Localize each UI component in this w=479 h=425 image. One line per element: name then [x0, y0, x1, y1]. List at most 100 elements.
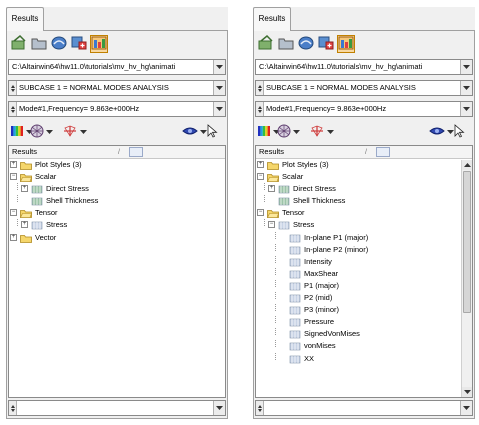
tree-row[interactable]: vonMises: [256, 340, 472, 352]
results-tree: Results / + Plot Styles (3) − Scalar + Direct S…: [255, 145, 473, 398]
chevron-down-icon[interactable]: [460, 102, 472, 116]
subcase-dropdown-value: SUBCASE 1 = NORMAL MODES ANALYSIS: [19, 83, 169, 92]
results-file-path-dropdown[interactable]: C:\Altairwin64\hw11.0\tutorials\mv_hv_hg…: [255, 59, 473, 75]
spin-stepper-icon[interactable]: [9, 401, 17, 415]
tab-results[interactable]: Results: [253, 7, 291, 31]
vector-arrows-button[interactable]: [309, 124, 334, 140]
subcase-dropdown[interactable]: SUBCASE 1 = NORMAL MODES ANALYSIS: [8, 80, 226, 96]
spin-stepper-icon[interactable]: [256, 81, 264, 95]
collapse-icon[interactable]: −: [257, 209, 264, 217]
tree-row[interactable]: P2 (mid): [256, 292, 472, 304]
tree-row[interactable]: − Stress: [256, 219, 472, 231]
expand-icon[interactable]: +: [257, 161, 264, 168]
tree-row[interactable]: + Stress: [9, 219, 225, 231]
tree-row[interactable]: + Direct Stress: [9, 183, 225, 195]
tree-row[interactable]: Pressure: [256, 316, 472, 328]
tree-row[interactable]: In-plane P1 (major): [256, 231, 472, 244]
contour-display-button[interactable]: [297, 35, 315, 53]
expand-icon[interactable]: +: [10, 233, 17, 241]
collapse-icon[interactable]: −: [268, 221, 275, 229]
entity-view-button[interactable]: [429, 124, 454, 140]
load-results-button[interactable]: [257, 34, 275, 53]
result-type-icon: [31, 221, 43, 230]
collapse-icon[interactable]: −: [10, 173, 17, 181]
mesh-sphere-button[interactable]: [277, 124, 300, 140]
expand-icon[interactable]: +: [21, 185, 28, 193]
chevron-down-icon[interactable]: [460, 60, 472, 74]
results-browser-button[interactable]: [337, 35, 355, 53]
collapse-icon[interactable]: −: [10, 209, 17, 217]
filter-results-icon[interactable]: [376, 147, 390, 157]
tree-row[interactable]: + Plot Styles (3): [256, 159, 472, 171]
subcase-dropdown[interactable]: SUBCASE 1 = NORMAL MODES ANALYSIS: [255, 80, 473, 96]
tree-header-separator: /: [365, 149, 367, 156]
tree-row[interactable]: MaxShear: [256, 267, 472, 280]
tree-row[interactable]: − Tensor: [9, 207, 225, 219]
expand-icon[interactable]: +: [10, 161, 17, 168]
chevron-down-icon[interactable]: [213, 102, 225, 116]
collapse-icon[interactable]: −: [257, 173, 264, 181]
simulation-mode-dropdown[interactable]: Mode#1,Frequency= 9.863e+000Hz: [8, 101, 226, 117]
tree-row[interactable]: Shell Thickness: [256, 195, 472, 207]
filter-results-icon[interactable]: [129, 147, 143, 157]
tree-row[interactable]: P1 (major): [256, 279, 472, 292]
tree-row[interactable]: In-plane P2 (minor): [256, 243, 472, 256]
chevron-down-icon[interactable]: [213, 81, 225, 95]
folder-icon: [20, 234, 32, 243]
select-pointer-button[interactable]: [453, 124, 465, 140]
results-file-path-dropdown[interactable]: C:\Altairwin64\hw11.0\tutorials\mv_hv_hg…: [8, 59, 226, 75]
tree-row-label: Tensor: [35, 208, 58, 218]
results-toolbar: [10, 34, 108, 55]
contour-display-icon: [298, 35, 314, 53]
results-browser-button[interactable]: [90, 35, 108, 53]
chevron-down-icon[interactable]: [213, 401, 225, 415]
tree-row[interactable]: + Direct Stress: [256, 183, 472, 195]
tree-row[interactable]: − Scalar: [256, 171, 472, 183]
bottom-selector-dropdown[interactable]: [8, 400, 226, 416]
tab-results[interactable]: Results: [6, 7, 44, 31]
spin-stepper-icon[interactable]: [256, 401, 264, 415]
add-results-button[interactable]: [70, 35, 88, 53]
chevron-down-icon[interactable]: [46, 128, 53, 137]
tree-row[interactable]: + Vector: [9, 232, 225, 244]
spin-stepper-icon[interactable]: [9, 81, 17, 95]
chevron-down-icon[interactable]: [327, 128, 334, 137]
results-file-path-dropdown-value: C:\Altairwin64\hw11.0\tutorials\mv_hv_hg…: [259, 62, 423, 71]
entity-view-button[interactable]: [182, 124, 207, 140]
tree-row[interactable]: SignedVonMises: [256, 328, 472, 340]
chevron-down-icon[interactable]: [80, 128, 87, 137]
mesh-sphere-button[interactable]: [30, 124, 53, 140]
chevron-down-icon[interactable]: [460, 401, 472, 415]
vector-arrows-button[interactable]: [62, 124, 87, 140]
contour-display-button[interactable]: [50, 35, 68, 53]
expand-icon[interactable]: +: [21, 221, 28, 229]
scroll-up-icon[interactable]: [462, 160, 472, 170]
tree-scrollbar[interactable]: [461, 160, 472, 397]
folder-button[interactable]: [277, 35, 295, 53]
scroll-thumb[interactable]: [463, 171, 471, 313]
result-type-icon: [31, 185, 43, 194]
folder-button[interactable]: [30, 35, 48, 53]
chevron-down-icon[interactable]: [293, 128, 300, 137]
spin-stepper-icon[interactable]: [9, 102, 17, 116]
bottom-selector-dropdown[interactable]: [255, 400, 473, 416]
simulation-mode-dropdown[interactable]: Mode#1,Frequency= 9.863e+000Hz: [255, 101, 473, 117]
add-results-button[interactable]: [317, 35, 335, 53]
tree-row[interactable]: Intensity: [256, 255, 472, 268]
tree-row[interactable]: P3 (minor): [256, 304, 472, 316]
select-pointer-button[interactable]: [206, 124, 218, 140]
tree-row[interactable]: Shell Thickness: [9, 195, 225, 207]
tree-row[interactable]: − Scalar: [9, 171, 225, 183]
tree-row[interactable]: − Tensor: [256, 207, 472, 219]
load-results-button[interactable]: [10, 34, 28, 53]
chevron-down-icon[interactable]: [460, 81, 472, 95]
tree-row-label: Intensity: [304, 256, 332, 266]
tree-row[interactable]: XX: [256, 352, 472, 365]
tree-row-label: Tensor: [282, 208, 305, 218]
scroll-down-icon[interactable]: [462, 387, 472, 397]
display-tools-row: [10, 123, 224, 141]
chevron-down-icon[interactable]: [213, 60, 225, 74]
spin-stepper-icon[interactable]: [256, 102, 264, 116]
tree-row[interactable]: + Plot Styles (3): [9, 159, 225, 171]
expand-icon[interactable]: +: [268, 185, 275, 193]
